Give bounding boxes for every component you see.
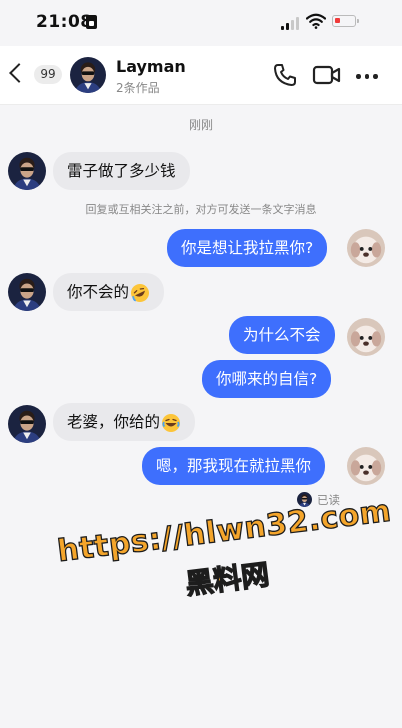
- chat-header: 99 Layman 2条作品: [0, 46, 402, 105]
- more-options-icon[interactable]: [352, 62, 382, 88]
- message-bubble-outgoing[interactable]: 你哪来的自信?: [202, 360, 332, 398]
- chevron-left-icon: [9, 63, 29, 83]
- message-bubble-incoming[interactable]: 老婆，你给的: [53, 403, 196, 441]
- sender-avatar[interactable]: [8, 273, 46, 311]
- message-bubble-incoming[interactable]: 你不会的: [53, 273, 165, 311]
- contact-works-count: 2条作品: [116, 81, 160, 95]
- cellular-signal-icon: [281, 16, 301, 30]
- wifi-icon: [306, 13, 326, 29]
- time-divider: 刚刚: [188, 118, 213, 132]
- message-bubble-outgoing[interactable]: 嗯，那我现在就拉黑你: [142, 447, 326, 485]
- message-text: 你哪来的自信?: [216, 370, 318, 388]
- contact-avatar[interactable]: [70, 57, 106, 93]
- message-bubble-outgoing[interactable]: 你是想让我拉黑你?: [167, 229, 328, 267]
- status-bar: 21:08: [0, 0, 402, 46]
- message-text: 嗯，那我现在就拉黑你: [156, 457, 312, 475]
- my-avatar[interactable]: [347, 229, 385, 267]
- message-text: 你不会的: [67, 283, 130, 301]
- sim-card-icon: [86, 15, 97, 29]
- message-text: 雷子做了多少钱: [67, 162, 176, 180]
- sender-avatar[interactable]: [8, 405, 46, 443]
- crying-laughing-emoji: [162, 413, 181, 432]
- unread-count-badge: 99: [34, 65, 62, 84]
- message-bubble-outgoing[interactable]: 为什么不会: [229, 316, 335, 354]
- message-text: 你是想让我拉黑你?: [181, 239, 314, 257]
- message-text: 老婆，你给的: [67, 413, 161, 431]
- system-notice: 回复或互相关注之前，对方可发送一条文字消息: [85, 203, 317, 216]
- phone-icon[interactable]: [272, 62, 298, 88]
- message-list[interactable]: 刚刚 雷子做了多少钱 回复或互相关注之前，对方可发送一条文字消息 你是想让我拉黑…: [0, 104, 402, 728]
- rolling-laughing-emoji: [131, 283, 150, 302]
- message-text: 为什么不会: [243, 326, 321, 344]
- sender-avatar[interactable]: [8, 152, 46, 190]
- status-time: 21:08: [36, 12, 93, 32]
- my-avatar[interactable]: [347, 447, 385, 485]
- message-bubble-incoming[interactable]: 雷子做了多少钱: [53, 152, 190, 190]
- contact-name[interactable]: Layman: [116, 57, 186, 76]
- back-button[interactable]: 99: [8, 60, 64, 90]
- battery-icon: [332, 15, 359, 27]
- my-avatar[interactable]: [347, 318, 385, 356]
- video-call-icon[interactable]: [312, 62, 342, 88]
